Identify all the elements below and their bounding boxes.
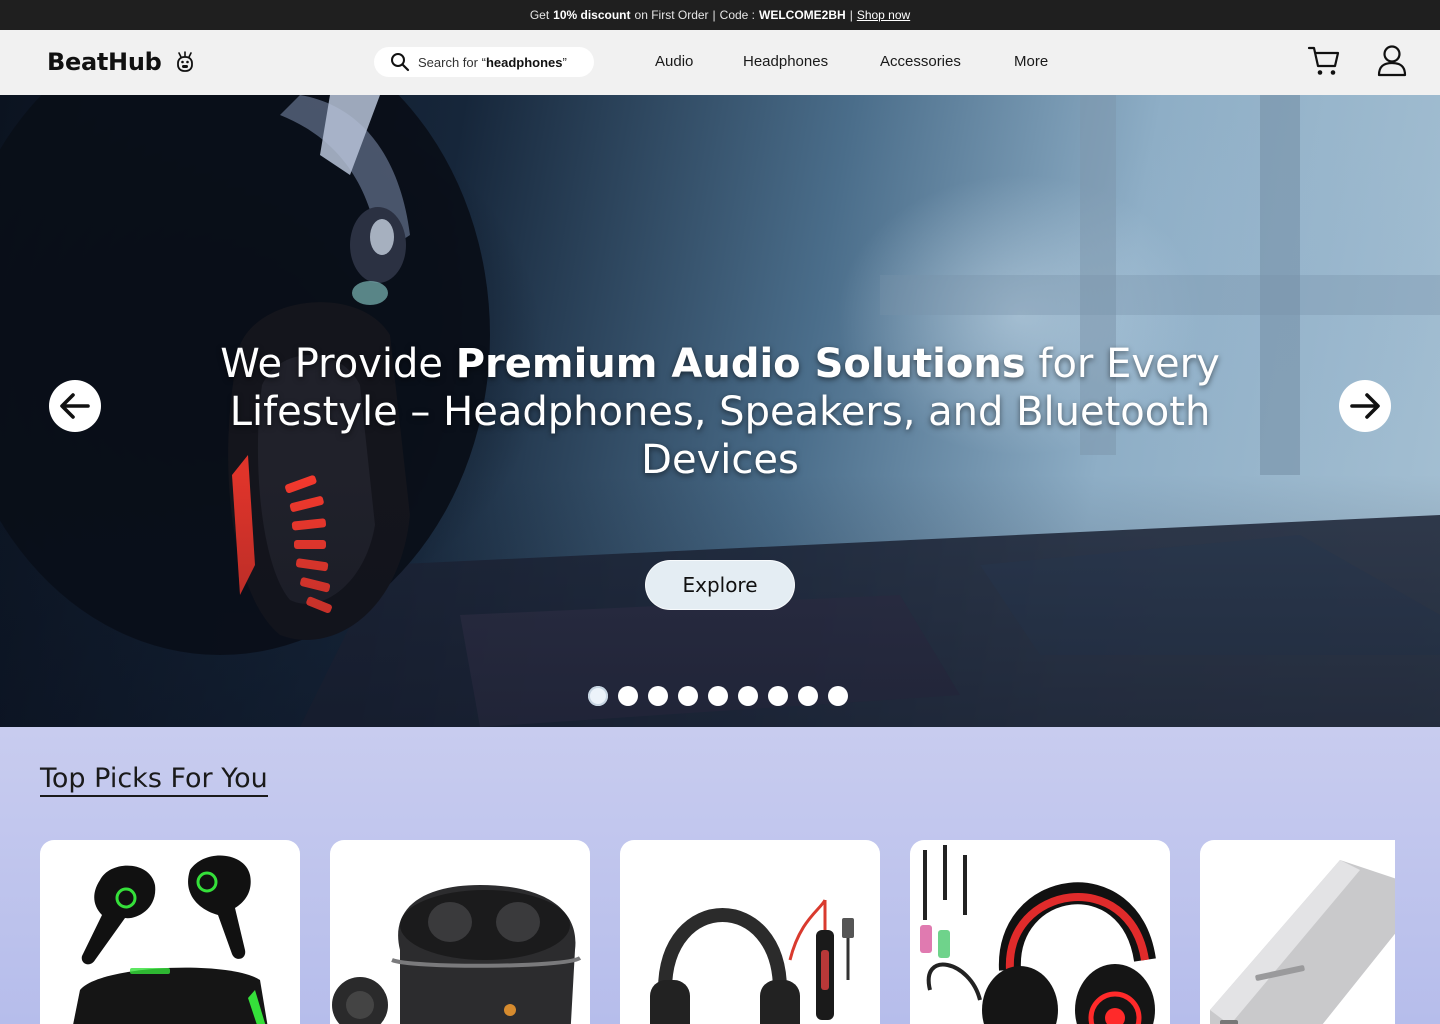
carousel-dot[interactable] bbox=[708, 686, 728, 706]
announcement-divider: | bbox=[712, 8, 716, 22]
hero-headline-highlight: Premium Audio Solutions bbox=[455, 341, 1026, 387]
product-card[interactable] bbox=[40, 840, 300, 1024]
product-card[interactable] bbox=[910, 840, 1170, 1024]
user-account-icon[interactable] bbox=[1376, 44, 1408, 78]
arrow-right-icon bbox=[1350, 393, 1380, 419]
search-close-quote: ” bbox=[562, 54, 567, 70]
carousel-prev-button[interactable] bbox=[49, 380, 101, 432]
power-bank-icon bbox=[1210, 860, 1395, 1024]
hero-carousel: We Provide Premium Audio Solutions for E… bbox=[0, 95, 1440, 727]
top-picks-section: Top Picks For You bbox=[0, 727, 1440, 1024]
search-query: headphones bbox=[485, 54, 563, 70]
product-card[interactable] bbox=[330, 840, 590, 1024]
carousel-dot[interactable] bbox=[768, 686, 788, 706]
announcement-discount: 10% discount bbox=[553, 8, 631, 22]
gaming-earbuds-icon bbox=[73, 855, 268, 1024]
product-carousel bbox=[40, 840, 1395, 1024]
announcement-prefix: Get bbox=[529, 8, 550, 22]
carousel-indicators bbox=[588, 686, 848, 706]
search-prefix: Search for bbox=[418, 54, 482, 70]
nav-headphones[interactable]: Headphones bbox=[743, 53, 828, 70]
carousel-dot[interactable] bbox=[648, 686, 668, 706]
site-header: BeatHub Search for “headphones” Audio He… bbox=[0, 30, 1440, 95]
hero-headline-lead: We Provide bbox=[220, 341, 456, 387]
section-title: Top Picks For You bbox=[40, 763, 268, 797]
arrow-left-icon bbox=[60, 393, 90, 419]
carousel-dot[interactable] bbox=[588, 686, 608, 706]
carousel-dot[interactable] bbox=[828, 686, 848, 706]
wireless-earbuds-case-icon bbox=[332, 885, 582, 1024]
wired-headset-icon bbox=[650, 899, 854, 1024]
nav-more[interactable]: More bbox=[1014, 53, 1048, 70]
carousel-next-button[interactable] bbox=[1339, 380, 1391, 432]
carousel-dot[interactable] bbox=[798, 686, 818, 706]
mascot-icon bbox=[176, 51, 193, 72]
carousel-dot[interactable] bbox=[738, 686, 758, 706]
cart-icon[interactable] bbox=[1307, 44, 1341, 78]
nav-audio[interactable]: Audio bbox=[655, 53, 693, 70]
rgb-gaming-headset-icon bbox=[920, 845, 1156, 1024]
carousel-dot[interactable] bbox=[618, 686, 638, 706]
brand-name: BeatHub bbox=[47, 48, 162, 76]
announcement-code-label: Code : bbox=[719, 8, 756, 22]
announcement-code: WELCOME2BH bbox=[759, 8, 846, 22]
explore-button[interactable]: Explore bbox=[645, 560, 795, 610]
brand-logo[interactable]: BeatHub bbox=[47, 48, 194, 76]
search-bar[interactable]: Search for “headphones” bbox=[374, 47, 594, 77]
shop-now-link[interactable]: Shop now bbox=[857, 8, 910, 22]
nav-accessories[interactable]: Accessories bbox=[880, 53, 961, 70]
product-card[interactable] bbox=[620, 840, 880, 1024]
carousel-dot[interactable] bbox=[678, 686, 698, 706]
hero-headline: We Provide Premium Audio Solutions for E… bbox=[220, 340, 1220, 484]
announcement-bar: Get 10% discount on First Order | Code :… bbox=[0, 0, 1440, 30]
search-icon bbox=[391, 53, 410, 72]
announcement-middle: on First Order bbox=[634, 8, 709, 22]
search-placeholder: Search for “headphones” bbox=[418, 55, 567, 70]
announcement-divider: | bbox=[849, 8, 853, 22]
product-card[interactable] bbox=[1200, 840, 1395, 1024]
